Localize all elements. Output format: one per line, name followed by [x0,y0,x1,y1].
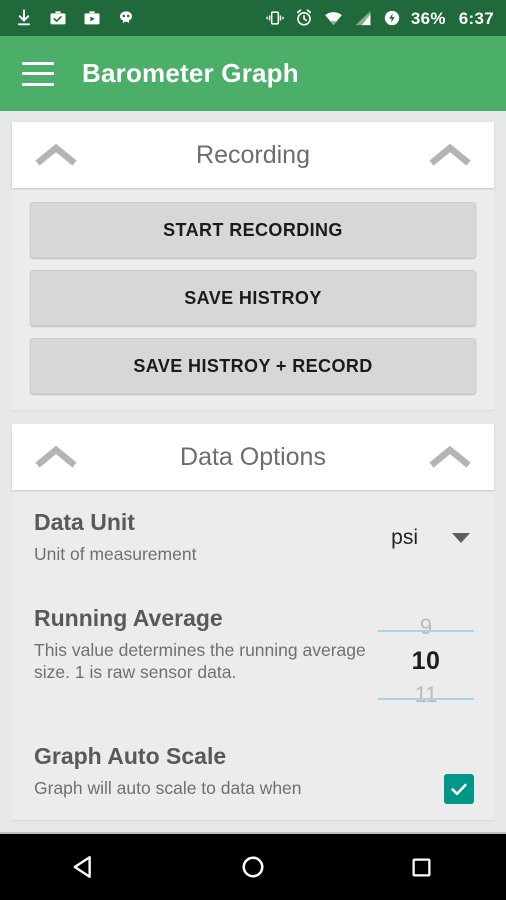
preference-summary: This value determines the running averag… [34,639,366,683]
work-briefcase-check-icon [50,11,66,25]
recording-section-body: START RECORDING SAVE HISTROY SAVE HISTRO… [12,188,494,410]
data-options-section-title: Data Options [180,442,326,471]
clock-label: 6:37 [458,8,494,28]
battery-charging-icon [384,10,399,26]
number-picker-bottom-divider [378,698,474,700]
preference-text-block: Running Average This value determines th… [34,605,378,684]
home-button[interactable] [208,843,298,891]
section-data-options: Data Options Data Unit Unit of measureme… [12,424,494,820]
chevron-up-icon[interactable] [34,140,78,170]
number-picker-next-value: 11 [414,682,438,707]
start-recording-button[interactable]: START RECORDING [30,202,476,258]
graph-auto-scale-checkbox[interactable] [444,774,474,804]
status-bar-notification-icons [14,8,136,28]
page-title: Barometer Graph [82,58,299,88]
preference-title: Graph Auto Scale [34,743,227,769]
app-bar: Barometer Graph [0,36,506,111]
number-picker-previous-value: 9 [419,614,433,639]
battery-percent-label: 36% [410,8,446,28]
alarm-clock-icon [296,9,311,26]
section-recording: Recording START RECORDING SAVE HISTROY S… [12,122,494,410]
preference-summary: Graph will auto scale to data when [34,777,302,798]
download-icon [18,9,30,26]
settings-scroll-area[interactable]: Recording START RECORDING SAVE HISTROY S… [0,111,506,832]
number-picker-top-divider [378,630,474,632]
number-picker-previous-row[interactable]: 9 [378,610,474,644]
preference-title: Data Unit [34,509,135,535]
vibrate-icon [266,11,284,25]
status-bar-system-icons: 36% 6:37 [265,8,494,28]
preference-data-unit[interactable]: Data Unit Unit of measurement psi [12,490,494,586]
phone-screen: 36% 6:37 Barometer Graph Recording START… [0,0,506,900]
preference-text-block: Graph Auto Scale Graph will auto scale t… [34,743,444,799]
app-store-bag-icon [84,11,100,25]
data-unit-value: psi [391,526,418,549]
recents-button[interactable] [377,843,467,891]
save-history-and-record-button[interactable]: SAVE HISTROY + RECORD [30,338,476,394]
cyanogenmod-robot-icon [120,11,132,24]
preference-running-average[interactable]: Running Average This value determines th… [12,586,494,724]
check-icon [451,783,467,796]
cellular-signal-icon [355,10,371,26]
data-options-section-header[interactable]: Data Options [12,424,494,490]
running-average-number-picker[interactable]: 9 10 11 [378,606,474,712]
back-triangle-icon [73,856,92,878]
chevron-up-icon[interactable] [428,442,472,472]
number-picker-next-row[interactable]: 11 [378,678,474,712]
preference-widget[interactable]: 9 10 11 [378,606,474,712]
chevron-up-icon[interactable] [34,442,78,472]
wifi-icon [324,12,342,26]
caret-down-icon[interactable] [452,533,470,543]
chevron-up-icon[interactable] [428,140,472,170]
preference-summary: Unit of measurement [34,543,197,564]
preference-text-block: Data Unit Unit of measurement [34,509,391,565]
home-circle-icon [242,856,264,878]
hamburger-menu-icon[interactable] [22,61,54,86]
recents-square-icon [412,858,431,876]
data-unit-spinner[interactable]: psi [391,510,474,550]
preference-widget[interactable]: psi [391,510,474,550]
number-picker-selected-row[interactable]: 10 [378,644,474,678]
back-button[interactable] [39,843,129,891]
android-navigation-bar [0,832,506,900]
data-options-section-body: Data Unit Unit of measurement psi Runnin… [12,490,494,820]
recording-section-header[interactable]: Recording [12,122,494,188]
preference-widget[interactable] [444,744,474,804]
preference-title: Running Average [34,605,223,631]
number-picker-selected-value: 10 [411,646,441,675]
status-bar: 36% 6:37 [0,0,506,36]
preference-graph-auto-scale[interactable]: Graph Auto Scale Graph will auto scale t… [12,724,494,820]
save-history-button[interactable]: SAVE HISTROY [30,270,476,326]
recording-section-title: Recording [196,140,310,169]
